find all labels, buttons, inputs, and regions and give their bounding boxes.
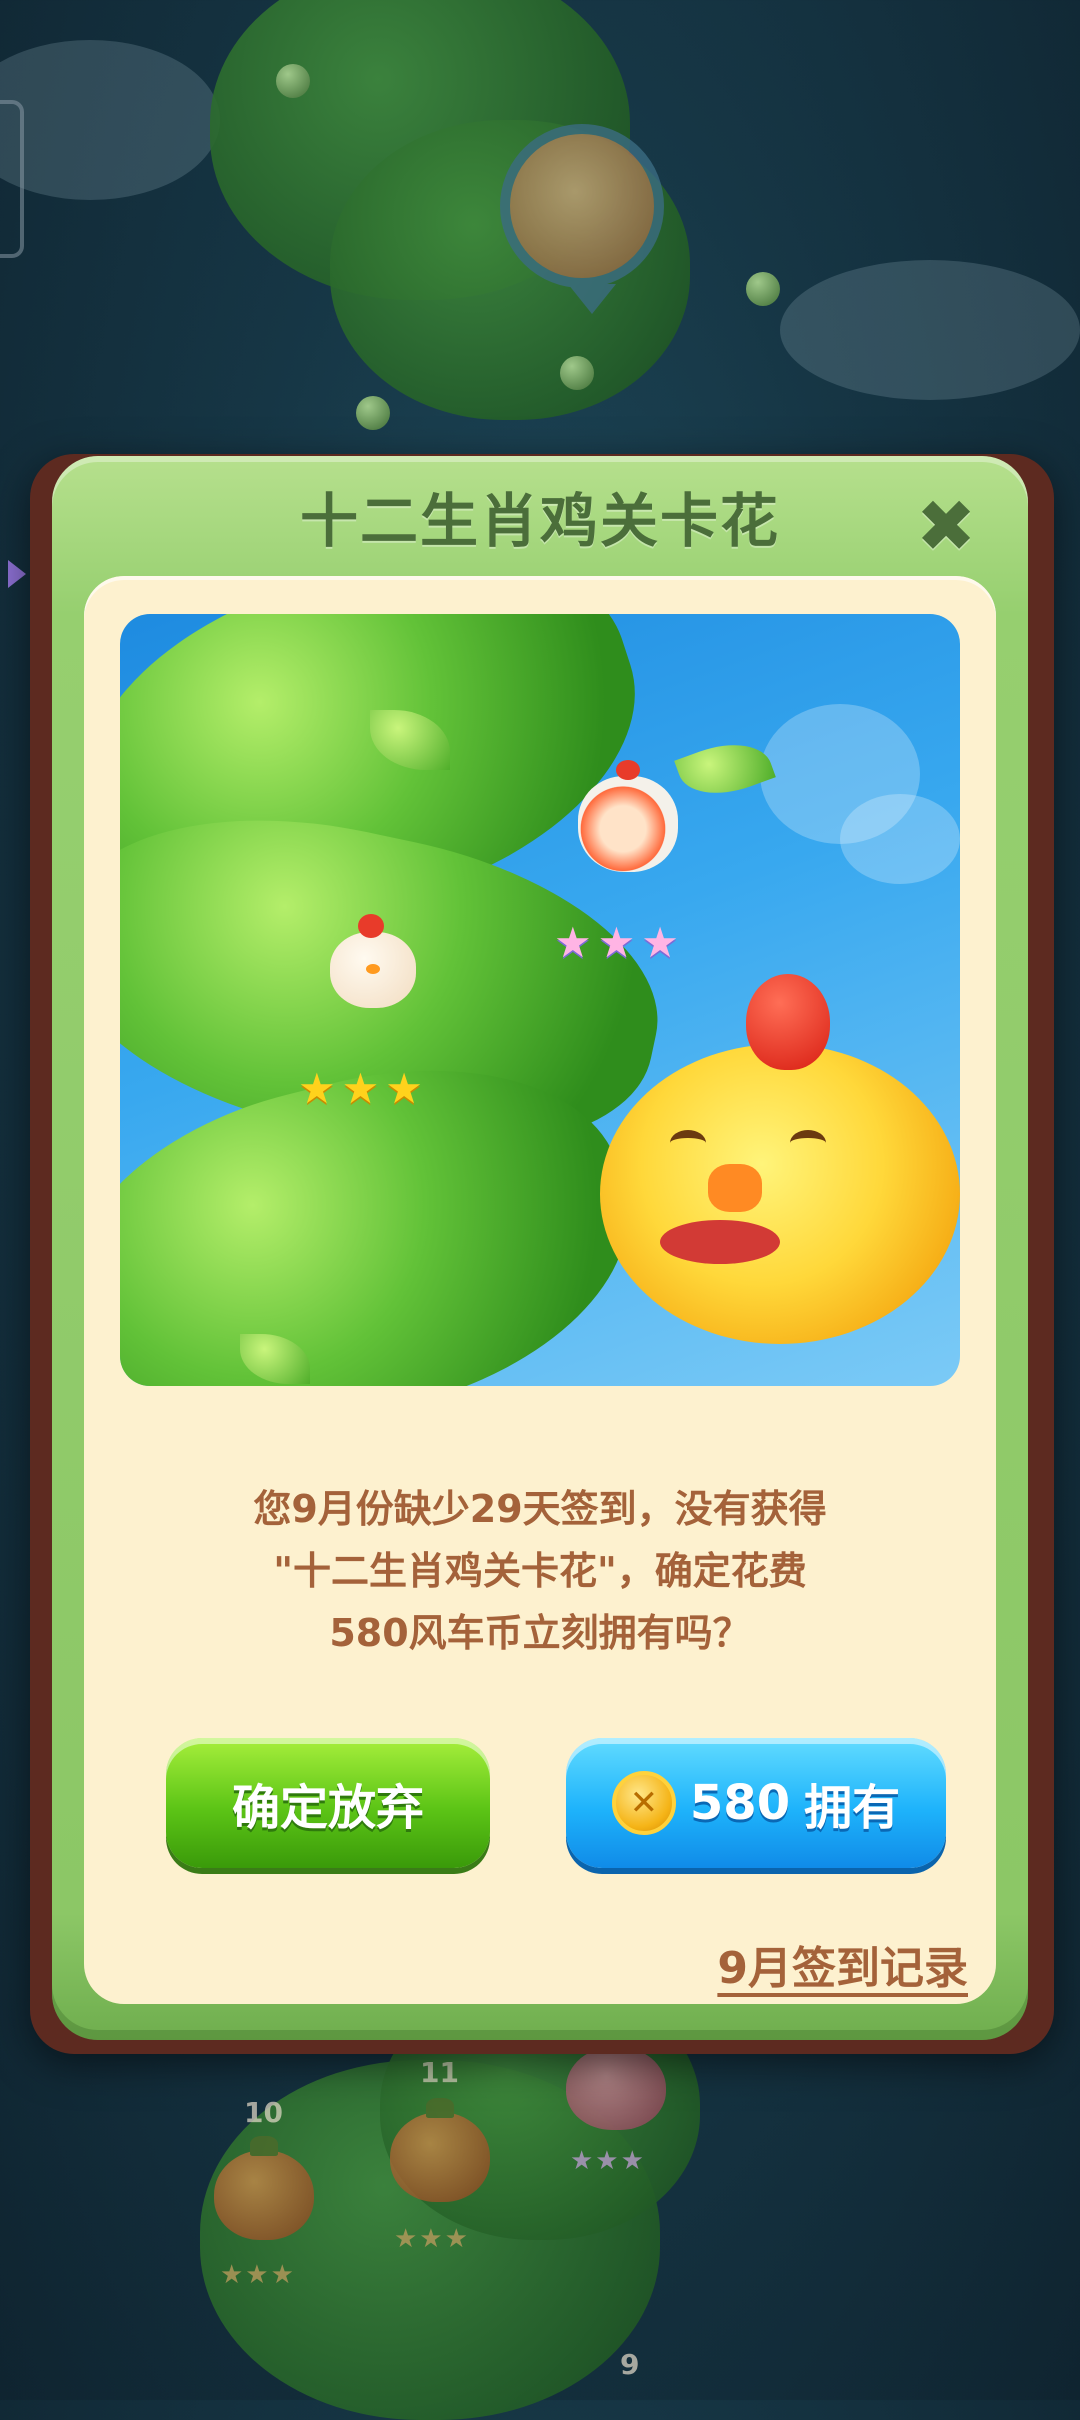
buy-amount: 580 (689, 1775, 791, 1831)
level-number: 11 (420, 2056, 459, 2089)
buy-button[interactable]: ✕ 580 拥有 (566, 1738, 946, 1868)
close-icon: ✖ (915, 484, 977, 568)
message-line: 您9月份缺少29天签到，没有获得 (253, 1487, 827, 1531)
level-stars: ★★★ (394, 2224, 470, 2254)
give-up-button[interactable]: 确定放弃 (166, 1738, 490, 1868)
message-line: 580风车币立刻拥有吗？ (329, 1611, 751, 1655)
level-stars: ★★★ (570, 2146, 646, 2176)
side-tab[interactable] (0, 100, 24, 258)
level-number: 9 (620, 2348, 640, 2381)
level-node[interactable] (214, 2136, 314, 2240)
level-node[interactable] (566, 2032, 666, 2130)
close-button[interactable]: ✖ (908, 488, 984, 564)
side-arrow-icon[interactable] (8, 560, 26, 588)
message-line: "十二生肖鸡关卡花"，确定花费 (273, 1549, 807, 1593)
chicken-level-icon (330, 914, 416, 1008)
coin-icon: ✕ (611, 1771, 676, 1835)
signin-record-link[interactable]: 9月签到记录 (717, 1932, 968, 1996)
level-number: 10 (244, 2096, 283, 2129)
player-avatar-pin[interactable] (500, 124, 664, 314)
level-stars-rainbow: ★★★ (554, 918, 685, 967)
level-node[interactable] (390, 2098, 490, 2202)
buy-label: 拥有 (804, 1780, 901, 1836)
level-stars: ★★★ (220, 2260, 296, 2290)
level-artwork: ★★★ ★★★ (120, 614, 960, 1386)
level-stars-gold: ★★★ (298, 1064, 429, 1113)
fox-level-icon (578, 760, 678, 872)
chicken-mascot (600, 974, 960, 1344)
give-up-label: 确定放弃 (231, 1780, 424, 1836)
